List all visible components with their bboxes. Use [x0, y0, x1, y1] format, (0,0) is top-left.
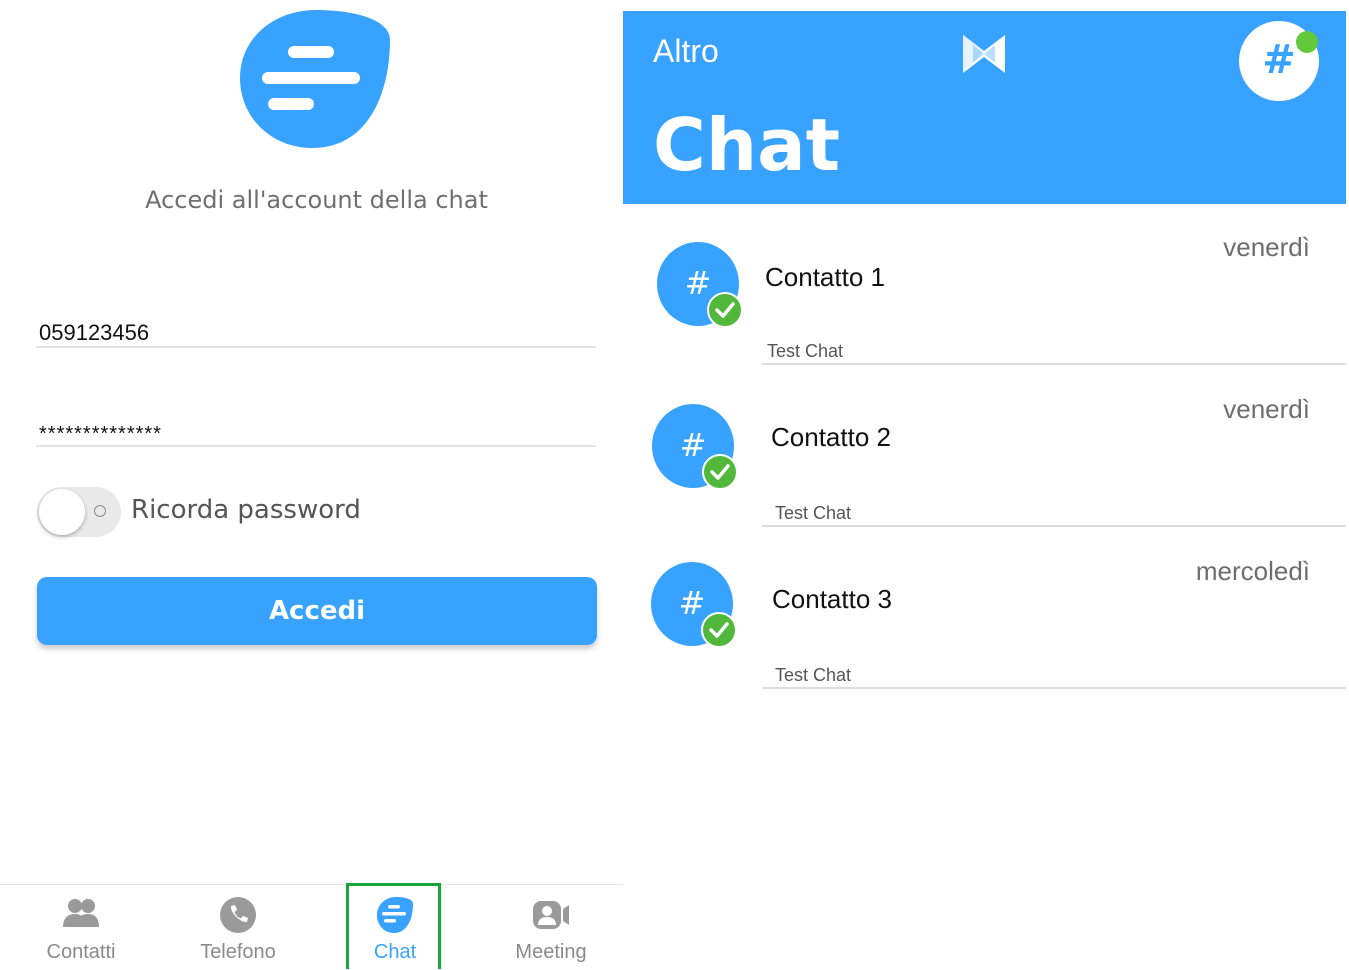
chat-contact-name: Contatto 2	[771, 422, 891, 452]
verified-check-icon	[702, 454, 738, 490]
back-link[interactable]: Altro	[653, 33, 719, 70]
chat-avatar: #	[651, 562, 737, 648]
tab-label: Contatti	[46, 941, 116, 963]
chat-contact-name: Contatto 3	[772, 584, 892, 614]
tab-meeting[interactable]: Meeting	[473, 885, 629, 970]
chat-preview: Test Chat	[775, 503, 852, 523]
chat-logo-icon	[240, 10, 390, 148]
online-status-indicator	[1296, 31, 1318, 53]
password-field[interactable]	[36, 423, 599, 447]
tab-label: Chat	[373, 941, 417, 963]
verified-check-icon	[707, 292, 743, 328]
divider	[762, 363, 1346, 365]
tab-contatti[interactable]: Contatti	[3, 885, 159, 970]
tab-label: Meeting	[515, 941, 587, 963]
chat-preview: Test Chat	[775, 665, 852, 685]
divider	[762, 525, 1346, 527]
password-input[interactable]	[36, 423, 599, 445]
chat-avatar: #	[652, 404, 738, 490]
chat-timestamp: venerdì	[1223, 232, 1310, 262]
chat-timestamp: venerdì	[1223, 394, 1310, 424]
divider	[762, 687, 1346, 689]
verified-check-icon	[701, 612, 737, 648]
chat-timestamp: mercoledì	[1195, 556, 1310, 586]
brand-logo-icon	[963, 35, 1005, 73]
toggle-off-indicator-icon	[94, 505, 106, 517]
tab-chat[interactable]: Chat	[317, 885, 473, 970]
chat-preview: Test Chat	[767, 341, 844, 361]
chat-contact-name: Contatto 1	[765, 262, 885, 292]
bottom-tab-bar: Contatti Telefono Chat Meeting	[0, 884, 623, 970]
chat-icon	[377, 897, 413, 933]
user-avatar[interactable]: #	[1239, 21, 1319, 101]
tab-telefono[interactable]: Telefono	[160, 885, 316, 970]
remember-password-toggle[interactable]	[37, 487, 121, 537]
chat-avatar: #	[657, 242, 743, 328]
meeting-icon	[533, 901, 569, 929]
phone-icon	[220, 897, 256, 933]
chat-list-item[interactable]: # Contatto 3 mercoledì Test Chat	[623, 528, 1346, 690]
login-title: Accedi all'account della chat	[145, 186, 488, 214]
login-panel: Accedi all'account della chat Ricorda pa…	[0, 0, 623, 970]
page-title: Chat	[653, 103, 841, 187]
login-button[interactable]: Accedi	[37, 577, 597, 645]
chat-header: Altro # Chat	[623, 11, 1346, 204]
tab-label: Telefono	[200, 941, 276, 963]
chat-list-item[interactable]: # Contatto 1 venerdì Test Chat	[623, 204, 1346, 366]
username-field[interactable]	[36, 320, 599, 348]
remember-password-label: Ricorda password	[131, 495, 361, 525]
username-input[interactable]	[36, 320, 599, 346]
contacts-icon	[63, 899, 99, 927]
toggle-knob	[39, 489, 85, 535]
chat-list-item[interactable]: # Contatto 2 venerdì Test Chat	[623, 366, 1346, 528]
